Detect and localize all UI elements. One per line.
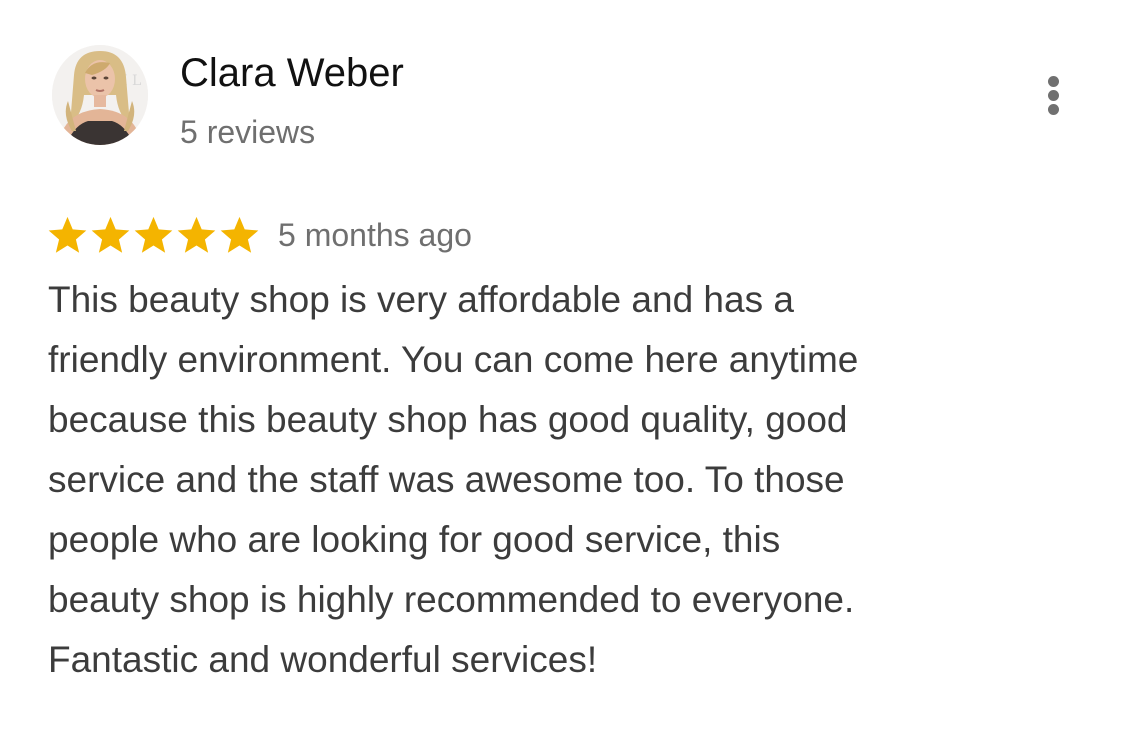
star-icon	[91, 216, 130, 253]
review-text-line: people who are looking for good service,…	[48, 519, 781, 560]
reviewer-name[interactable]: Clara Weber	[180, 50, 404, 96]
more-vert-icon	[1048, 104, 1059, 115]
reviewer-avatar[interactable]: I L	[52, 45, 148, 145]
review-text-line: beauty shop is highly recommended to eve…	[48, 579, 855, 620]
review-text: This beauty shop is very affordable and …	[48, 270, 1008, 690]
review-text-line: This beauty shop is very affordable and …	[48, 279, 794, 320]
star-icon	[48, 216, 87, 253]
star-icon	[220, 216, 259, 253]
more-options-button[interactable]	[1036, 70, 1070, 120]
star-icon	[177, 216, 216, 253]
more-vert-icon	[1048, 90, 1059, 101]
review-count[interactable]: 5 reviews	[180, 113, 315, 151]
review-text-line: friendly environment. You can come here …	[48, 339, 859, 380]
review-date: 5 months ago	[278, 217, 472, 253]
star-icon	[134, 216, 173, 253]
star-rating	[46, 214, 261, 257]
review-text-line: service and the staff was awesome too. T…	[48, 459, 845, 500]
review-text-line: because this beauty shop has good qualit…	[48, 399, 848, 440]
rating-row: 5 months ago	[46, 210, 472, 260]
reviewer-photo: I L	[52, 45, 148, 145]
more-vert-icon	[1048, 76, 1059, 87]
review-text-line: Fantastic and wonderful services!	[48, 639, 598, 680]
